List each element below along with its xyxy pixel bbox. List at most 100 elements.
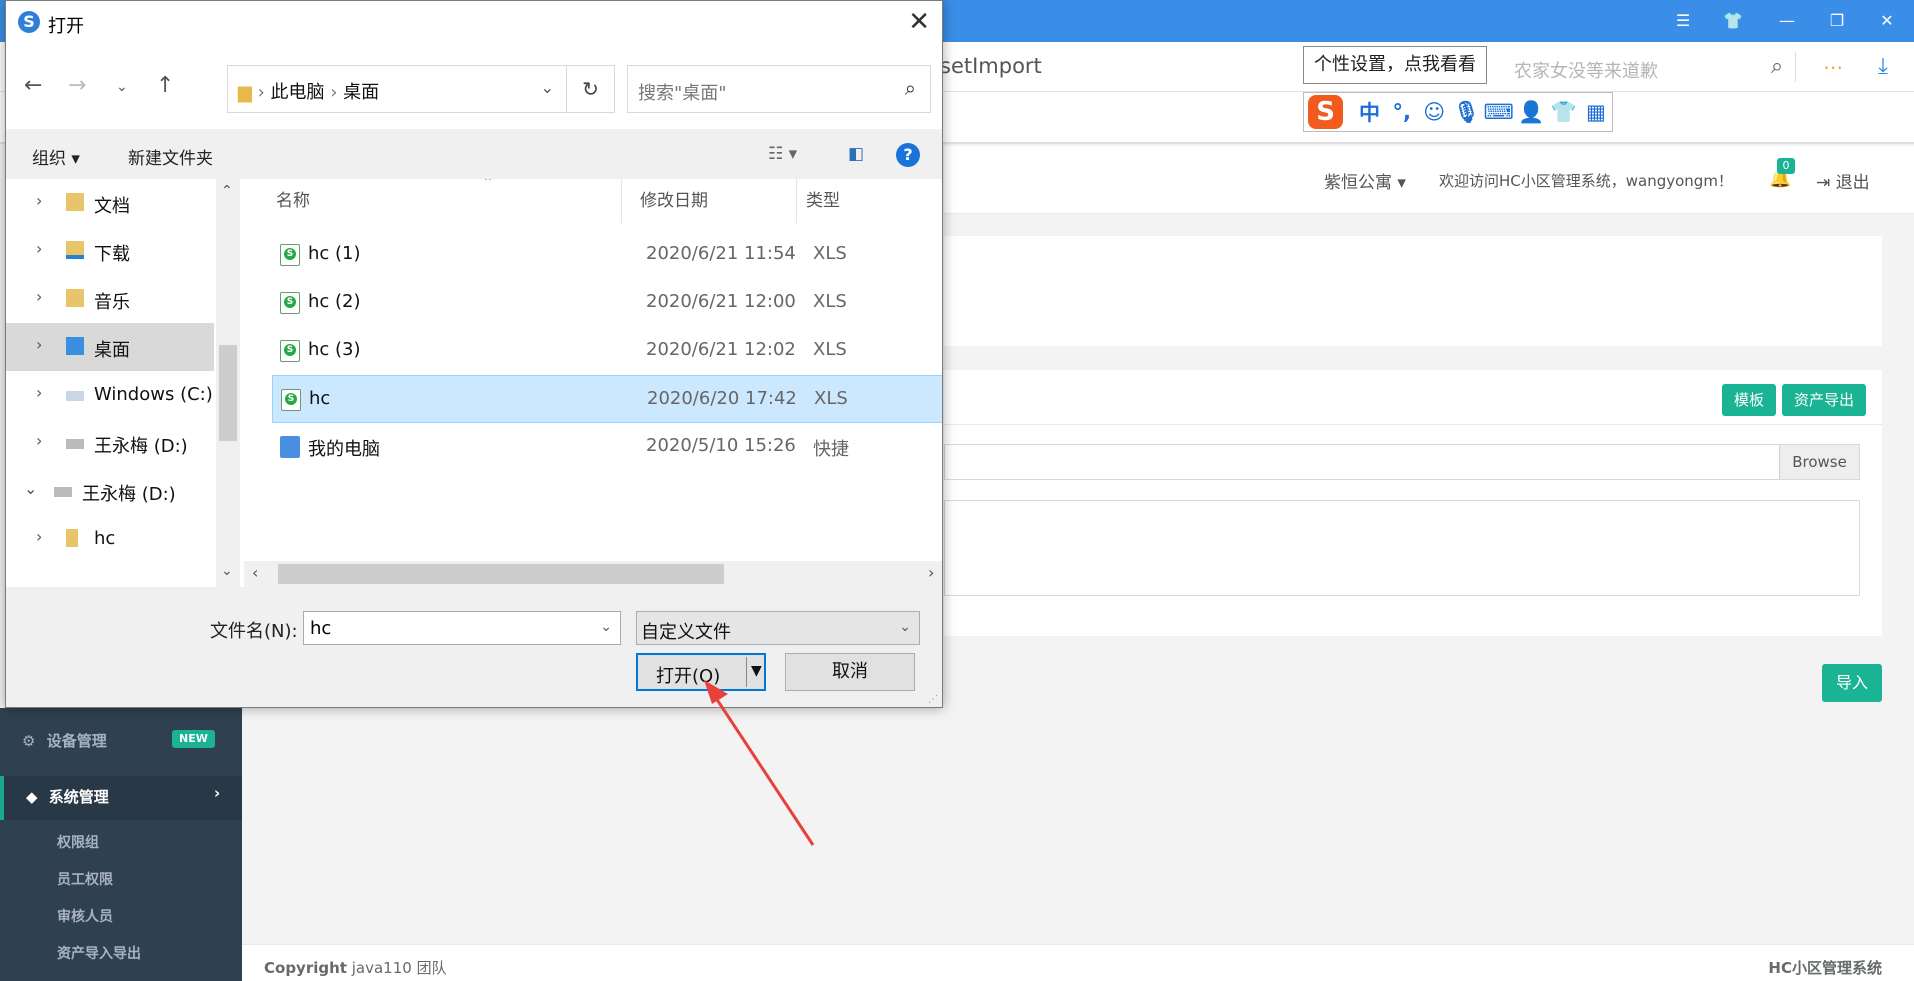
nav-item-hc[interactable]: › hc [6,515,214,563]
chevron-right-icon[interactable]: › [36,383,42,402]
browse-button[interactable]: Browse [1779,445,1859,479]
refresh-icon[interactable]: ↻ [567,65,615,113]
column-header-type[interactable]: 类型 [806,179,840,223]
scroll-left-icon[interactable]: ‹ [252,563,258,582]
chevron-right-icon[interactable]: › [36,191,42,210]
chevron-down-icon[interactable]: ⌄ [600,619,612,635]
menu-icon[interactable]: ☰ [1672,10,1694,32]
view-list-icon[interactable]: ☷ ▾ [768,144,797,164]
logout-link[interactable]: ⇥ 退出 [1816,168,1870,193]
chevron-down-icon[interactable]: ⌄ [24,479,37,498]
template-button[interactable]: 模板 [1722,384,1776,416]
scroll-thumb[interactable] [278,564,724,584]
back-icon[interactable]: ← [24,73,42,98]
forward-icon[interactable]: → [68,73,86,98]
chevron-right-icon[interactable]: › [36,287,42,306]
search-hint[interactable]: 农家女没等来道歉 [1514,57,1658,83]
chevron-right-icon[interactable]: › [36,239,42,258]
chevron-down-icon[interactable]: ⌄ [541,78,554,97]
download-icon[interactable]: ⤓ [1868,52,1898,82]
grid-icon[interactable]: ▦ [1580,100,1612,124]
nav-item-documents[interactable]: › 文档 [6,179,214,227]
sidebar-subitem[interactable]: 员工权限 [57,869,113,889]
community-selector[interactable]: 紫恒公寓 ▾ [1324,168,1406,193]
chevron-down-icon[interactable]: ⌄ [116,79,128,95]
export-button[interactable]: 资产导出 [1782,384,1866,416]
file-row[interactable]: S hc (2) 2020/6/21 12:00 XLS [272,279,942,327]
ime-zh-toggle[interactable]: 中 [1353,97,1385,127]
nav-item-drive-c[interactable]: › Windows (C:) [6,371,214,419]
breadcrumb[interactable]: ▆ › 此电脑 › 桌面 ⌄ [227,65,567,113]
app-header: 紫恒公寓 ▾ 欢迎访问HC小区管理系统，wangyongm！ 🔔 0 ⇥ 退出 [944,146,1914,214]
more-icon[interactable]: ⋯ [1818,52,1848,82]
column-header-name[interactable]: 名称 [276,179,310,223]
minimize-icon[interactable]: — [1776,10,1798,32]
search-icon[interactable]: ⌕ [1762,52,1792,82]
cancel-button[interactable]: 取消 [785,653,915,691]
file-row[interactable]: S hc (1) 2020/6/21 11:54 XLS [272,231,942,279]
documents-icon [66,193,84,211]
copyright: Copyright java110 团队 [264,959,447,977]
restore-icon[interactable]: ❐ [1826,10,1848,32]
spreadsheet-icon: S [280,340,300,362]
keyboard-icon[interactable]: ⌨ [1483,100,1515,124]
import-panel: 模板 资产导出 Browse [944,370,1882,636]
dialog-footer: 文件名(N): hc ⌄ 自定义文件 ⌄ 打开(O) ▼ 取消 ⋰ [6,587,942,707]
sidebar-item-device[interactable]: ⚙ 设备管理 NEW [0,730,242,760]
nav-item-music[interactable]: › 音乐 [6,275,214,323]
up-icon[interactable]: ↑ [156,73,174,98]
filename-input[interactable]: hc ⌄ [303,611,621,645]
search-input[interactable]: 搜索"桌面" ⌕ [627,65,931,113]
breadcrumb-current[interactable]: 桌面 [343,82,379,103]
nav-item-desktop[interactable]: › 桌面 [6,323,214,371]
organize-button[interactable]: 组织 ▾ [32,144,80,169]
music-folder-icon [66,289,84,307]
sidebar-item-system[interactable]: ◆ 系统管理 › [0,776,242,820]
scroll-up-icon[interactable]: ⌃ [221,183,233,199]
chevron-down-icon[interactable]: ⌄ [899,619,911,635]
scroll-thumb[interactable] [219,345,237,441]
breadcrumb-root[interactable]: 此电脑 [271,82,325,103]
nav-item-drive-d-expanded[interactable]: ⌄ 王永梅 (D:) [6,467,214,515]
file-row[interactable]: 我的电脑 2020/5/10 15:26 快捷 [272,423,942,471]
footer: Copyright java110 团队 HC小区管理系统 [242,944,1914,981]
user-icon[interactable]: 👤 [1515,100,1547,125]
nav-item-drive-d[interactable]: › 王永梅 (D:) [6,419,214,467]
ime-punct-toggle[interactable]: °, [1386,100,1418,124]
file-row-selected[interactable]: S hc 2020/6/20 17:42 XLS [272,375,942,423]
chevron-right-icon[interactable]: › [36,335,42,354]
preview-pane-icon[interactable]: ◧ [848,144,864,164]
nav-scrollbar[interactable]: ⌃ ⌄ [216,179,240,587]
file-row[interactable]: S hc (3) 2020/6/21 12:02 XLS [272,327,942,375]
new-folder-button[interactable]: 新建文件夹 [128,144,213,169]
close-icon[interactable]: ✕ [908,7,930,37]
open-button[interactable]: 打开(O) ▼ [636,653,766,691]
skin-icon[interactable]: 👕 [1547,100,1579,125]
file-input[interactable]: Browse [944,444,1860,480]
drive-icon [66,439,84,449]
dialog-titlebar[interactable]: S 打开 ✕ [6,1,942,45]
file-type-select[interactable]: 自定义文件 ⌄ [636,611,920,645]
column-header-date[interactable]: 修改日期 [640,179,708,223]
close-window-icon[interactable]: ✕ [1876,10,1898,32]
nav-item-downloads[interactable]: › 下载 [6,227,214,275]
emoji-icon[interactable]: ☺ [1418,100,1450,124]
skin-icon[interactable]: 👕 [1722,10,1744,32]
sidebar-subitem[interactable]: 审核人员 [57,906,113,926]
import-button[interactable]: 导入 [1822,664,1882,702]
app-logo-icon: S [18,11,40,33]
scroll-right-icon[interactable]: › [928,563,934,582]
address-url[interactable]: setImport [940,54,1042,78]
sidebar-subitem[interactable]: 权限组 [57,832,99,852]
sidebar-subitem[interactable]: 资产导入导出 [57,943,141,963]
file-list-hscrollbar[interactable]: ‹ › [244,561,942,587]
chevron-right-icon[interactable]: › [36,431,42,450]
help-icon[interactable]: ? [896,143,920,167]
chevron-right-icon[interactable]: › [36,527,42,546]
caret-down-icon[interactable]: ▼ [751,663,762,679]
microphone-icon[interactable]: 🎙 [1450,100,1482,125]
resize-grip-icon[interactable]: ⋰ [928,694,938,705]
remark-textarea[interactable] [944,500,1860,596]
sogou-logo-icon[interactable]: S [1308,95,1344,129]
scroll-down-icon[interactable]: ⌄ [221,563,233,579]
